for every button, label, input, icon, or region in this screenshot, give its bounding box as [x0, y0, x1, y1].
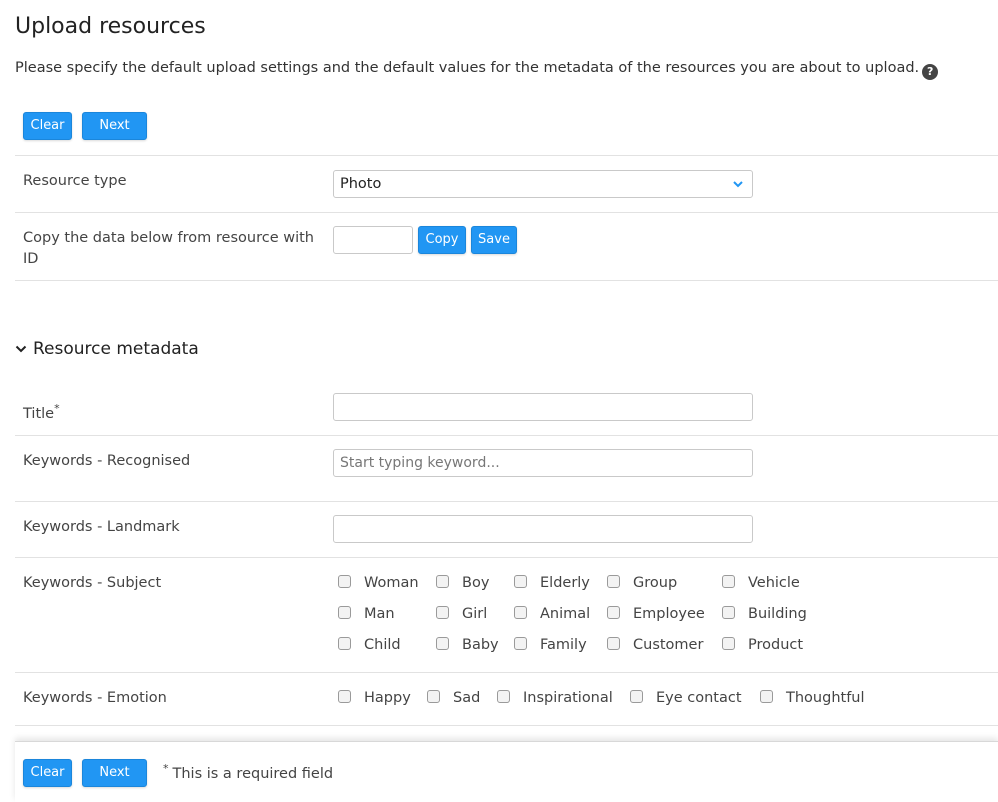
resource-metadata-toggle[interactable]: Resource metadata — [15, 339, 199, 359]
subject-label-animal: Animal — [540, 606, 591, 622]
subject-checkbox-child[interactable] — [338, 637, 351, 650]
subject-label-girl: Girl — [462, 606, 488, 622]
page-intro-text: Please specify the default upload settin… — [15, 60, 920, 76]
required-note-text: This is a required field — [172, 766, 334, 782]
emotion-checkbox-inspirational[interactable] — [497, 690, 510, 703]
subject-label-woman: Woman — [364, 575, 419, 591]
page-intro: Please specify the default upload settin… — [15, 60, 939, 80]
emotion-label-happy: Happy — [364, 690, 411, 706]
resource-type-label: Resource type — [23, 173, 127, 189]
required-field-note: * This is a required field — [163, 762, 333, 782]
next-button[interactable]: Next — [82, 112, 147, 140]
clear-button[interactable]: Clear — [23, 112, 72, 140]
copy-button[interactable]: Copy — [418, 226, 466, 254]
subject-label-group: Group — [633, 575, 678, 591]
required-mark: * — [54, 402, 60, 415]
subject-checkbox-elderly[interactable] — [514, 575, 527, 588]
emotion-checkbox-happy[interactable] — [338, 690, 351, 703]
subject-label-building: Building — [748, 606, 807, 622]
divider — [15, 557, 998, 558]
subject-label-boy: Boy — [462, 575, 490, 591]
divider — [15, 501, 998, 502]
divider — [15, 725, 998, 726]
keywords-recognised-label: Keywords - Recognised — [23, 453, 191, 469]
resource-type-select[interactable]: Photo — [333, 170, 753, 198]
title-input[interactable] — [333, 393, 753, 421]
section-title: Resource metadata — [33, 339, 199, 359]
footer-clear-button[interactable]: Clear — [23, 759, 72, 787]
subject-label-baby: Baby — [462, 637, 499, 653]
subject-checkbox-man[interactable] — [338, 606, 351, 619]
subject-checkbox-employee[interactable] — [607, 606, 620, 619]
chevron-down-icon — [733, 181, 743, 188]
save-button[interactable]: Save — [471, 226, 517, 254]
emotion-checkbox-sad[interactable] — [427, 690, 440, 703]
subject-label-child: Child — [364, 637, 401, 653]
subject-checkbox-group[interactable] — [607, 575, 620, 588]
subject-checkbox-baby[interactable] — [436, 637, 449, 650]
footer-next-button[interactable]: Next — [82, 759, 147, 787]
divider — [15, 155, 998, 156]
subject-checkbox-girl[interactable] — [436, 606, 449, 619]
question-circle-icon[interactable]: ? — [922, 64, 939, 80]
subject-label-vehicle: Vehicle — [748, 575, 800, 591]
subject-label-product: Product — [748, 637, 804, 653]
title-label: Title* — [23, 398, 60, 425]
subject-checkbox-customer[interactable] — [607, 637, 620, 650]
resource-id-input[interactable] — [333, 226, 413, 254]
keywords-subject-label: Keywords - Subject — [23, 575, 162, 591]
subject-label-man: Man — [364, 606, 395, 622]
page-title: Upload resources — [15, 14, 206, 39]
chevron-down-icon — [15, 345, 27, 353]
emotion-label-thoughtful: Thoughtful — [786, 690, 865, 706]
divider — [15, 435, 998, 436]
keywords-emotion-label: Keywords - Emotion — [23, 690, 167, 706]
subject-checkbox-vehicle[interactable] — [722, 575, 735, 588]
subject-label-family: Family — [540, 637, 587, 653]
emotion-checkbox-thoughtful[interactable] — [760, 690, 773, 703]
emotion-label-inspirational: Inspirational — [523, 690, 613, 706]
subject-label-employee: Employee — [633, 606, 705, 622]
title-label-text: Title — [23, 406, 55, 422]
keywords-landmark-label: Keywords - Landmark — [23, 519, 180, 535]
divider — [15, 212, 998, 213]
subject-checkbox-animal[interactable] — [514, 606, 527, 619]
divider — [15, 280, 998, 281]
keywords-recognised-input[interactable] — [333, 449, 753, 477]
subject-checkbox-woman[interactable] — [338, 575, 351, 588]
emotion-label-sad: Sad — [453, 690, 481, 706]
emotion-checkbox-eye-contact[interactable] — [630, 690, 643, 703]
subject-checkbox-boy[interactable] — [436, 575, 449, 588]
keywords-landmark-input[interactable] — [333, 515, 753, 543]
copy-data-label: Copy the data below from resource with I… — [23, 230, 314, 267]
subject-label-elderly: Elderly — [540, 575, 590, 591]
required-mark: * — [163, 762, 169, 775]
emotion-label-eye-contact: Eye contact — [656, 690, 742, 706]
divider — [15, 672, 998, 673]
subject-checkbox-product[interactable] — [722, 637, 735, 650]
sticky-footer: Clear Next * This is a required field — [15, 741, 998, 802]
upload-resources-page: Upload resources Please specify the defa… — [0, 0, 998, 802]
subject-checkbox-family[interactable] — [514, 637, 527, 650]
resource-type-value: Photo — [340, 176, 382, 192]
subject-label-customer: Customer — [633, 637, 704, 653]
subject-checkbox-building[interactable] — [722, 606, 735, 619]
